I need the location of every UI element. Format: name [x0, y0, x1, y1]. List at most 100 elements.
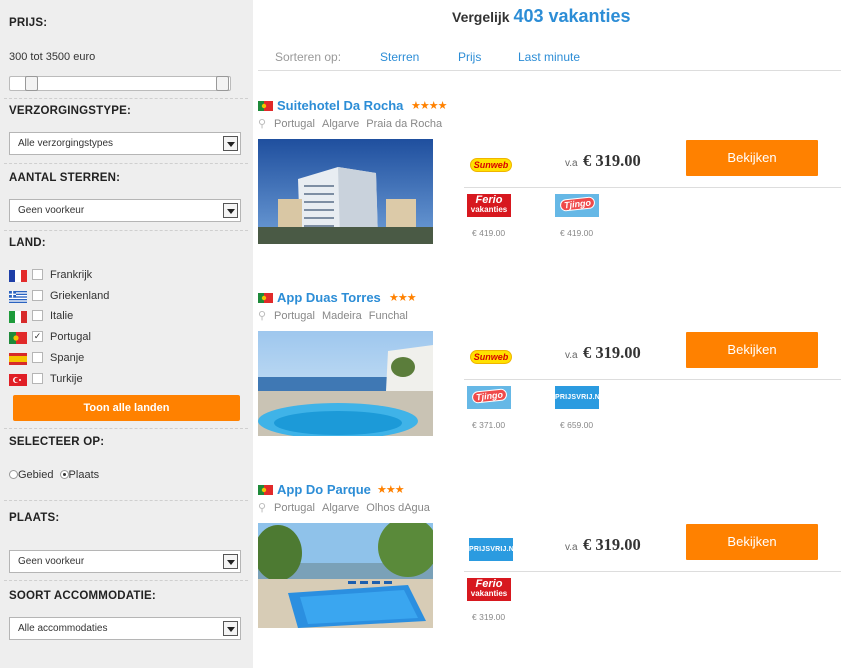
sort-option-stars[interactable]: Sterren	[380, 50, 419, 64]
country-checkbox[interactable]: ✓	[32, 331, 43, 342]
divider	[4, 428, 248, 429]
sort-bar-divider	[258, 70, 841, 71]
hotel-price: € 319.00	[583, 343, 641, 362]
dropdown-arrow-icon[interactable]	[223, 554, 238, 569]
view-deal-button[interactable]: Bekijken	[686, 332, 818, 368]
provider-logo-prijsvrij[interactable]: PRIJSVRIJ.NL	[555, 386, 599, 409]
radio-region[interactable]	[9, 470, 18, 479]
hotel-location: ⚲ Portugal Algarve Olhos dAgua	[258, 501, 437, 514]
dropdown-arrow-icon[interactable]	[223, 203, 238, 218]
page-title: Vergelijk 403 vakanties	[452, 6, 631, 27]
hotel-card: App Duas Torres ★★★ ⚲ Portugal Madeira Func…	[258, 290, 841, 450]
country-label: Portugal	[50, 331, 91, 343]
country-label: Spanje	[50, 352, 85, 364]
radio-place[interactable]	[59, 470, 69, 479]
price-prefix: v.a	[565, 350, 578, 361]
price-range-label: 300 tot 3500 euro	[9, 51, 96, 63]
hotel-photo[interactable]	[258, 139, 433, 244]
country-checkbox[interactable]	[32, 310, 43, 321]
map-pin-icon: ⚲	[258, 502, 267, 514]
radio-place-label: Plaats	[68, 469, 100, 481]
care-type-select-value: Alle verzorgingstypes	[18, 138, 114, 149]
radio-region-label: Gebied	[18, 469, 54, 481]
flag-portugal-icon	[258, 485, 273, 495]
flag-france-icon	[9, 270, 27, 282]
divider	[464, 571, 841, 572]
alt-price: € 419.00	[560, 228, 594, 238]
care-type-filter-title: VERZORGINGSTYPE:	[9, 105, 132, 117]
hotel-photo[interactable]	[258, 331, 433, 436]
provider-logo-sunweb[interactable]: Sunweb	[469, 346, 513, 369]
select-on-radio-group: Gebied Plaats	[9, 469, 99, 481]
location-region: Algarve	[321, 502, 360, 514]
select-on-title: SELECTEER OP:	[9, 436, 105, 448]
page-title-count: 403 vakanties	[513, 6, 631, 26]
sort-option-price[interactable]: Prijs	[458, 50, 481, 64]
price-filter-title: PRIJS:	[9, 17, 48, 29]
price-max-handle[interactable]	[216, 76, 229, 91]
star-rating-icon: ★★★	[389, 292, 417, 304]
accommodation-select-value: Alle accommodaties	[18, 623, 108, 634]
view-deal-button[interactable]: Bekijken	[686, 140, 818, 176]
flag-portugal-icon	[258, 101, 273, 111]
divider	[464, 187, 841, 188]
place-select[interactable]: Geen voorkeur	[9, 550, 241, 573]
dropdown-arrow-icon[interactable]	[223, 621, 238, 636]
hotel-card: App Do Parque ★★★ ⚲ Portugal Algarve Olhos …	[258, 482, 841, 642]
provider-logo-ferio[interactable]: Ferio vakanties	[467, 194, 511, 217]
provider-logo-tjingo[interactable]: Tjingo	[467, 386, 511, 409]
page-title-prefix: Vergelijk	[452, 9, 510, 25]
hotel-location: ⚲ Portugal Madeira Funchal	[258, 309, 415, 322]
country-label: Frankrijk	[50, 269, 93, 281]
hotel-name-link[interactable]: App Do Parque	[277, 482, 371, 497]
stars-select-value: Geen voorkeur	[18, 205, 85, 216]
location-region: Madeira	[321, 310, 362, 322]
location-country: Portugal	[274, 118, 315, 130]
map-pin-icon: ⚲	[258, 118, 267, 130]
stars-filter-title: AANTAL STERREN:	[9, 172, 121, 184]
location-city: Olhos dAgua	[366, 502, 430, 514]
provider-logo-sunweb[interactable]: Sunweb	[469, 154, 513, 177]
accommodation-select[interactable]: Alle accommodaties	[9, 617, 241, 640]
dropdown-arrow-icon[interactable]	[223, 136, 238, 151]
map-pin-icon: ⚲	[258, 310, 267, 322]
care-type-select[interactable]: Alle verzorgingstypes	[9, 132, 241, 155]
hotel-location: ⚲ Portugal Algarve Praia da Rocha	[258, 117, 449, 130]
country-checkbox[interactable]	[32, 290, 43, 301]
country-label: Turkije	[50, 373, 83, 385]
sort-bar: Sorteren op: Sterren Prijs Last minute	[258, 50, 841, 70]
country-checkbox[interactable]	[32, 373, 43, 384]
sort-option-last-minute[interactable]: Last minute	[518, 50, 580, 64]
alt-price: € 319.00	[472, 612, 506, 622]
price-prefix: v.a	[565, 542, 578, 553]
location-city: Praia da Rocha	[366, 118, 443, 130]
divider	[4, 163, 248, 164]
hotel-name-link[interactable]: App Duas Torres	[277, 290, 381, 305]
filter-sidebar: PRIJS: 300 tot 3500 euro VERZORGINGSTYPE…	[0, 0, 253, 668]
provider-logo-ferio[interactable]: Ferio vakanties	[467, 578, 511, 601]
hotel-name-link[interactable]: Suitehotel Da Rocha	[277, 98, 403, 113]
price-min-handle[interactable]	[25, 76, 38, 91]
divider	[464, 379, 841, 380]
divider	[4, 500, 248, 501]
star-rating-icon: ★★★★	[411, 100, 447, 112]
country-checkbox[interactable]	[32, 352, 43, 363]
country-label: Italie	[50, 310, 74, 322]
location-country: Portugal	[274, 310, 315, 322]
stars-select[interactable]: Geen voorkeur	[9, 199, 241, 222]
country-checkbox[interactable]	[32, 269, 43, 280]
divider	[4, 580, 248, 581]
divider	[4, 230, 248, 231]
place-select-value: Geen voorkeur	[18, 556, 85, 567]
location-region: Algarve	[321, 118, 360, 130]
show-all-countries-button[interactable]: Toon alle landen	[13, 395, 240, 421]
view-deal-button[interactable]: Bekijken	[686, 524, 818, 560]
provider-logo-tjingo[interactable]: Tjingo	[555, 194, 599, 217]
alt-price: € 371.00	[472, 420, 506, 430]
hotel-photo[interactable]	[258, 523, 433, 628]
provider-logo-prijsvrij[interactable]: PRIJSVRIJ.NL	[469, 538, 513, 561]
flag-italy-icon	[9, 311, 27, 323]
divider	[4, 98, 248, 99]
price-range-slider[interactable]	[9, 76, 231, 91]
flag-turkey-icon	[9, 374, 27, 386]
